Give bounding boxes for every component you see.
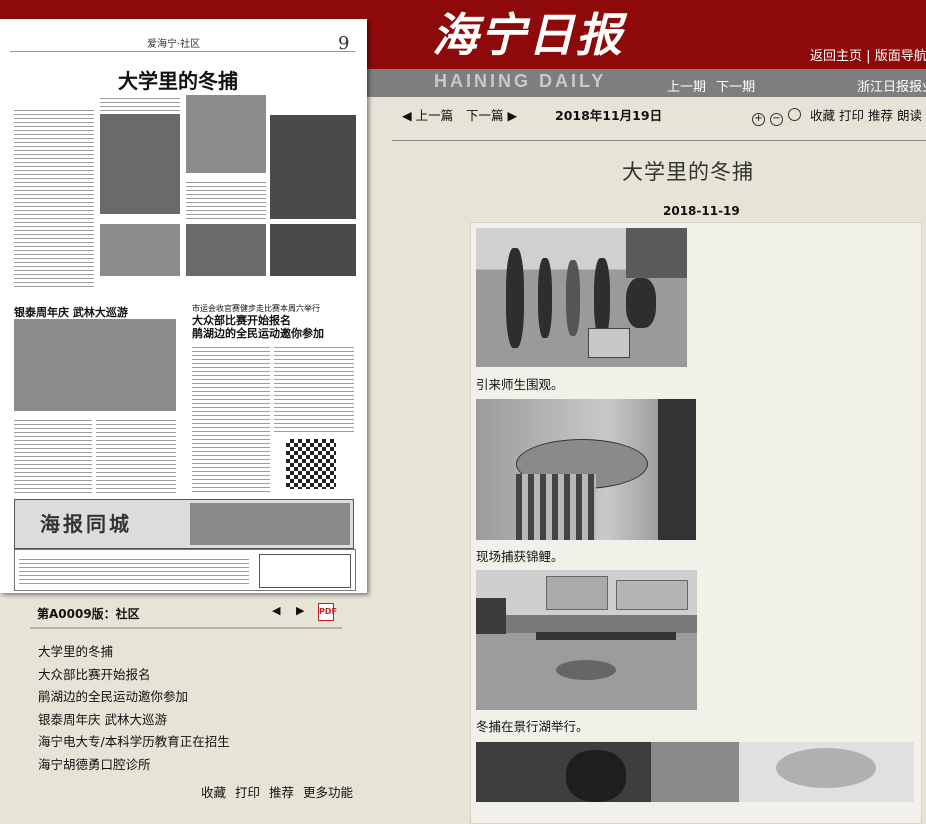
- paper-photo[interactable]: [14, 319, 176, 411]
- paper-photo[interactable]: [270, 224, 356, 276]
- zhejiang-daily-link[interactable]: 浙江日报报业: [857, 76, 926, 95]
- zoom-in-icon[interactable]: +: [752, 113, 765, 126]
- paper-ad-title: 海报同城: [40, 508, 132, 537]
- photo-figure: [566, 750, 626, 802]
- article-link[interactable]: 大众部比赛开始报名: [38, 664, 230, 687]
- issue-nav: 上一期 下一期: [667, 76, 761, 95]
- photo-figure: [538, 258, 552, 338]
- paper-text-block: [186, 179, 266, 219]
- photo-figure: [566, 260, 580, 336]
- photo-caption: 引来师生围观。: [476, 374, 564, 393]
- paper-text-block: [192, 344, 270, 492]
- newspaper-page-thumbnail[interactable]: 爱海宁·社区 9 大学里的冬捕 银泰周年庆 武林大巡游 市运会收官赛健步走比赛本…: [0, 19, 367, 593]
- more-functions-link[interactable]: 更多功能: [303, 785, 353, 800]
- paper-headline-main[interactable]: 大学里的冬捕: [118, 65, 238, 94]
- photo-crowd-line: [536, 632, 676, 640]
- layout-nav-link[interactable]: 版面导航: [875, 49, 926, 64]
- article-nav-divider: [392, 140, 926, 141]
- article-link[interactable]: 海宁电大专/本科学历教育正在招生: [38, 731, 230, 754]
- prev-article-link[interactable]: ◀ 上一篇: [402, 105, 453, 124]
- paper-text-block: [274, 344, 354, 434]
- photo-building: [626, 228, 687, 278]
- photo-building: [616, 580, 688, 610]
- photo-caption: 现场捕获锦鲤。: [476, 546, 564, 565]
- recommend-link[interactable]: 推荐: [269, 785, 294, 800]
- paper-ad-side: [190, 503, 350, 545]
- paper-text-block: [14, 417, 92, 493]
- article-link[interactable]: 大学里的冬捕: [38, 641, 230, 664]
- paper-text-block: [19, 556, 249, 584]
- photo-tree: [476, 598, 506, 634]
- paper-photo[interactable]: [270, 115, 356, 219]
- photo-building: [546, 576, 608, 610]
- separator: |: [866, 49, 870, 64]
- paper-photo[interactable]: [100, 114, 180, 214]
- photo-net: [556, 660, 616, 680]
- edition-label: 第A0009版：社区: [37, 605, 140, 622]
- article-nav-bar: ◀ 上一篇 下一篇 ▶ 2018年11月19日 +− 收藏 打印 推荐 朗读 评: [402, 105, 926, 127]
- qr-code: [286, 439, 336, 489]
- photo-person: [658, 399, 696, 540]
- article-link[interactable]: 鹃湖边的全民运动邀你参加: [38, 686, 230, 709]
- paper-text-block: [14, 107, 94, 287]
- paper-text-block: [100, 95, 180, 111]
- print-link[interactable]: 打印: [839, 108, 864, 123]
- prev-edition-button[interactable]: ◀: [272, 604, 280, 617]
- paper-headline-3b: 鹃湖边的全民运动邀你参加: [192, 327, 324, 340]
- paper-headline-3a: 大众部比赛开始报名: [192, 314, 324, 327]
- article-photo-crowd[interactable]: [476, 228, 687, 367]
- photo-figure: [594, 258, 610, 338]
- paper-headline-2[interactable]: 银泰周年庆 武林大巡游: [14, 304, 128, 320]
- article-link[interactable]: 银泰周年庆 武林大巡游: [38, 709, 230, 732]
- article-photo-catch[interactable]: [476, 742, 914, 802]
- article-nav-date: 2018年11月19日: [555, 105, 662, 124]
- photo-basket: [588, 328, 630, 358]
- left-tools: 收藏 打印 推荐 更多功能: [201, 782, 358, 801]
- edition-divider: [30, 627, 342, 629]
- next-edition-button[interactable]: ▶: [296, 604, 304, 617]
- pdf-icon[interactable]: PDF: [318, 603, 334, 621]
- paper-section-label: 爱海宁·社区: [147, 35, 200, 50]
- favorite-link[interactable]: 收藏: [201, 785, 226, 800]
- paper-ad-box: [259, 554, 351, 588]
- next-article-link[interactable]: 下一篇 ▶: [466, 105, 517, 124]
- print-link[interactable]: 打印: [235, 785, 260, 800]
- article-title: 大学里的冬捕: [622, 156, 754, 186]
- photo-figure: [626, 278, 656, 328]
- paper-bottom-ads[interactable]: [14, 549, 356, 591]
- photo-figure: [506, 248, 524, 348]
- photo-shirt: [516, 474, 596, 540]
- zoom-out-icon[interactable]: −: [770, 113, 783, 126]
- paper-photo[interactable]: [100, 224, 180, 276]
- reset-zoom-icon[interactable]: [788, 108, 801, 121]
- article-link[interactable]: 海宁胡德勇口腔诊所: [38, 754, 230, 777]
- next-issue-link[interactable]: 下一期: [716, 80, 755, 95]
- paper-photo[interactable]: [186, 224, 266, 276]
- paper-page-number: 9: [338, 33, 349, 54]
- recommend-link[interactable]: 推荐: [868, 108, 893, 123]
- article-tools: +− 收藏 打印 推荐 朗读 评: [752, 105, 926, 126]
- article-date: 2018-11-19: [663, 204, 740, 218]
- paper-photo[interactable]: [186, 95, 266, 173]
- prev-issue-link[interactable]: 上一期: [667, 80, 706, 95]
- photo-fish: [776, 748, 876, 788]
- paper-headline-3[interactable]: 大众部比赛开始报名 鹃湖边的全民运动邀你参加: [192, 314, 324, 340]
- read-aloud-link[interactable]: 朗读: [897, 108, 922, 123]
- favorite-link[interactable]: 收藏: [810, 108, 835, 123]
- article-photo-koi[interactable]: [476, 399, 696, 540]
- header-links: 返回主页 | 版面导航 | 板: [810, 45, 926, 64]
- article-list: 大学里的冬捕 大众部比赛开始报名 鹃湖边的全民运动邀你参加 银泰周年庆 武林大巡…: [38, 641, 230, 776]
- logo-english: HAINING DAILY: [434, 71, 606, 92]
- logo-chinese[interactable]: 海宁日报: [432, 10, 624, 60]
- paper-text-block: [96, 417, 176, 493]
- article-photo-lake[interactable]: [476, 570, 697, 710]
- home-link[interactable]: 返回主页: [810, 49, 862, 64]
- photo-caption: 冬捕在景行湖举行。: [476, 716, 589, 735]
- paper-kicker-3: 市运会收官赛健步走比赛本周六举行: [192, 303, 320, 314]
